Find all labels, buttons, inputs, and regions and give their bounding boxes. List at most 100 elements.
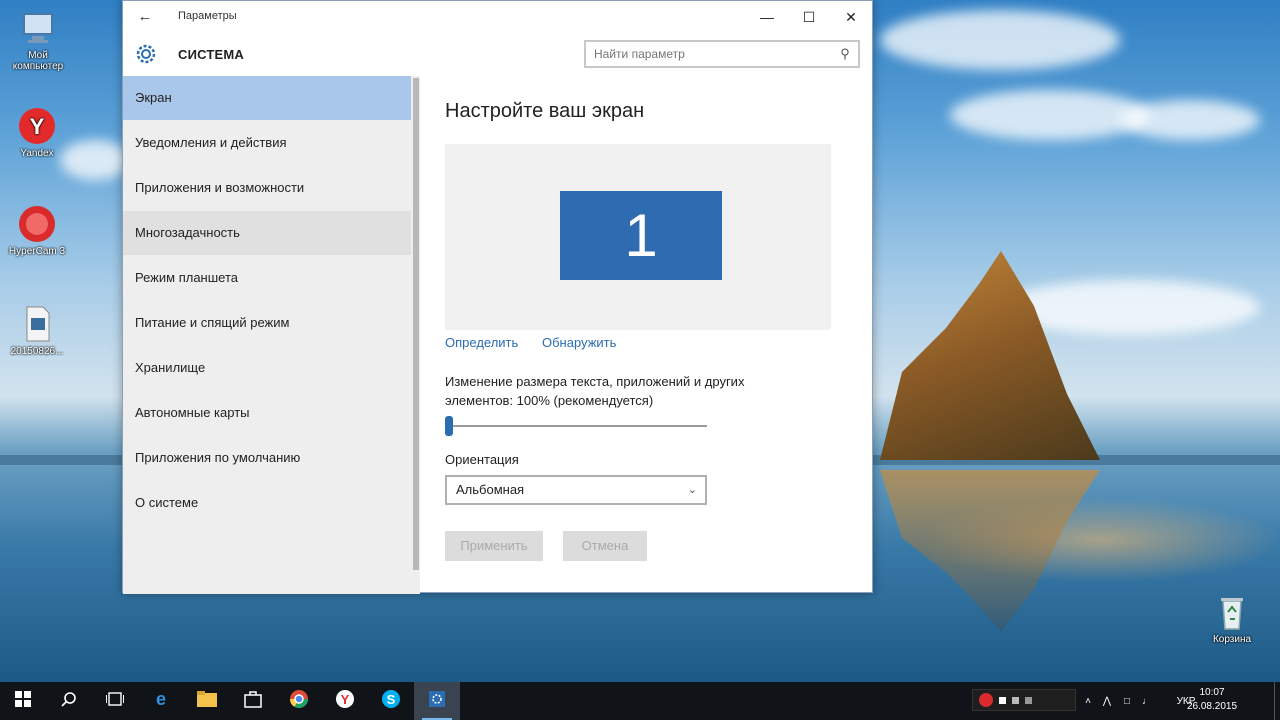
desktop-icon-label: Мой компьютер: [12, 50, 64, 72]
capture-icon[interactable]: [1025, 696, 1032, 704]
maximize-button[interactable]: ☐: [791, 5, 827, 29]
scrollbar-thumb[interactable]: [413, 78, 419, 570]
message-icon[interactable]: □: [1118, 682, 1136, 720]
sidebar-item-label: Режим планшета: [135, 270, 238, 285]
settings-icon: [428, 690, 446, 713]
chrome-button[interactable]: [276, 682, 322, 720]
yandex-icon: Y: [17, 106, 57, 146]
window-title: Параметры: [178, 10, 237, 22]
detect-link[interactable]: Обнаружить: [542, 335, 616, 350]
desktop-icon-my-computer[interactable]: Мой компьютер: [3, 8, 73, 72]
video-file-icon: [17, 304, 57, 344]
page-title: Настройте ваш экран: [445, 100, 645, 122]
taskbar-search-button[interactable]: [46, 682, 92, 720]
clock-time: 10:07: [1199, 687, 1225, 698]
store-button[interactable]: [230, 682, 276, 720]
chevron-down-icon: ⌄: [687, 484, 697, 496]
sidebar-item-label: Питание и спящий режим: [135, 315, 290, 330]
yandex-browser-icon: Y: [335, 689, 355, 714]
apply-button[interactable]: Применить: [445, 531, 543, 561]
tray-expand-icon[interactable]: ˄: [1080, 682, 1096, 720]
desktop-icon-hypercam[interactable]: HyperCam 3: [2, 204, 72, 257]
section-title: СИСТЕМА: [178, 47, 245, 62]
sidebar: Экран Уведомления и действия Приложения …: [123, 76, 420, 594]
orientation-dropdown[interactable]: Альбомная ⌄: [445, 475, 707, 505]
title-bar: ← Параметры — ☐ ✕: [123, 1, 872, 33]
scale-slider-track[interactable]: [445, 425, 707, 427]
close-icon: ✕: [845, 9, 857, 25]
sidebar-item-about[interactable]: О системе: [123, 481, 411, 525]
minimize-button[interactable]: —: [749, 5, 785, 29]
orientation-label: Ориентация: [445, 452, 519, 467]
sidebar-item-label: Хранилище: [135, 360, 206, 375]
sidebar-item-label: Приложения и возможности: [135, 180, 305, 195]
sidebar-item-label: Автономные карты: [135, 405, 250, 420]
yandex-browser-button[interactable]: Y: [322, 682, 368, 720]
desktop-icon-label: Корзина: [1212, 634, 1252, 645]
edge-icon: e: [151, 689, 171, 714]
sidebar-item-power-sleep[interactable]: Питание и спящий режим: [123, 301, 411, 345]
svg-text:S: S: [387, 692, 396, 707]
recycle-bin-icon: [1212, 592, 1252, 632]
settings-taskbar-button[interactable]: [414, 682, 460, 720]
close-button[interactable]: ✕: [833, 5, 869, 29]
svg-text:Y: Y: [341, 692, 350, 707]
svg-text:e: e: [156, 689, 166, 709]
skype-button[interactable]: S: [368, 682, 414, 720]
sidebar-item-display[interactable]: Экран: [123, 76, 411, 120]
windows-start-icon: [15, 690, 31, 712]
clock[interactable]: 10:07 26.08.2015: [1182, 686, 1242, 714]
stop-icon[interactable]: [999, 696, 1006, 704]
scale-label-line: Изменение размера текста, приложений и д…: [445, 374, 745, 389]
record-icon[interactable]: [979, 693, 993, 707]
show-desktop-button[interactable]: [1274, 682, 1280, 720]
volume-icon[interactable]: ♩: [1138, 682, 1156, 720]
monitor-tile[interactable]: 1: [560, 191, 722, 280]
search-icon[interactable]: ⚲: [836, 45, 854, 63]
search-input[interactable]: [586, 42, 826, 66]
sidebar-item-label: Многозадачность: [135, 225, 240, 240]
sidebar-item-default-apps[interactable]: Приложения по умолчанию: [123, 436, 411, 480]
scale-slider-thumb[interactable]: [445, 416, 453, 436]
back-button[interactable]: ←: [133, 7, 157, 27]
settings-header: СИСТЕМА ⚲: [123, 33, 872, 75]
sidebar-item-storage[interactable]: Хранилище: [123, 346, 411, 390]
identify-link[interactable]: Определить: [445, 335, 518, 350]
edge-button[interactable]: e: [138, 682, 184, 720]
sidebar-item-label: О системе: [135, 495, 199, 510]
rock-landscape: [880, 251, 1100, 460]
gear-icon: [133, 41, 159, 67]
desktop-icon-yandex[interactable]: Y Yandex: [2, 106, 72, 159]
sidebar-item-notifications[interactable]: Уведомления и действия: [123, 121, 411, 165]
desktop-icon-label: Yandex: [20, 148, 54, 159]
task-view-icon: [106, 691, 124, 711]
sidebar-item-apps-features[interactable]: Приложения и возможности: [123, 166, 411, 210]
desktop-icon-recycle-bin[interactable]: Корзина: [1197, 592, 1267, 645]
sidebar-scrollbar[interactable]: [412, 76, 420, 594]
taskbar: e Y S ˄ ⋀ □ ♩ УКР 10:07 26.08.2015: [0, 682, 1280, 720]
chrome-icon: [289, 689, 309, 714]
search-box[interactable]: ⚲: [584, 40, 860, 68]
display-arrangement: 1: [445, 144, 831, 330]
sidebar-item-label: Уведомления и действия: [135, 135, 287, 150]
sidebar-item-multitasking[interactable]: Многозадачность: [123, 211, 411, 255]
back-arrow-icon: ←: [137, 8, 153, 25]
sidebar-item-offline-maps[interactable]: Автономные карты: [123, 391, 411, 435]
file-explorer-button[interactable]: [184, 682, 230, 720]
computer-icon: [18, 8, 58, 48]
network-icon[interactable]: ⋀: [1098, 682, 1116, 720]
pause-icon[interactable]: [1012, 696, 1019, 704]
cancel-button[interactable]: Отмена: [563, 531, 647, 561]
minimize-icon: —: [760, 9, 774, 25]
sidebar-item-label: Экран: [135, 90, 172, 105]
scale-label-line: элементов: 100% (рекомендуется): [445, 393, 654, 408]
hypercam-icon: [17, 204, 57, 244]
sidebar-item-tablet-mode[interactable]: Режим планшета: [123, 256, 411, 300]
maximize-icon: ☐: [802, 9, 816, 25]
settings-window: ← Параметры — ☐ ✕ СИСТЕМА ⚲ Экран Уведом…: [122, 0, 873, 594]
desktop-icon-video-file[interactable]: 20150826...: [2, 304, 72, 357]
task-view-button[interactable]: [92, 682, 138, 720]
recorder-tray[interactable]: [972, 689, 1076, 711]
scale-label: Изменение размера текста, приложений и д…: [445, 372, 785, 410]
start-button[interactable]: [0, 682, 46, 720]
